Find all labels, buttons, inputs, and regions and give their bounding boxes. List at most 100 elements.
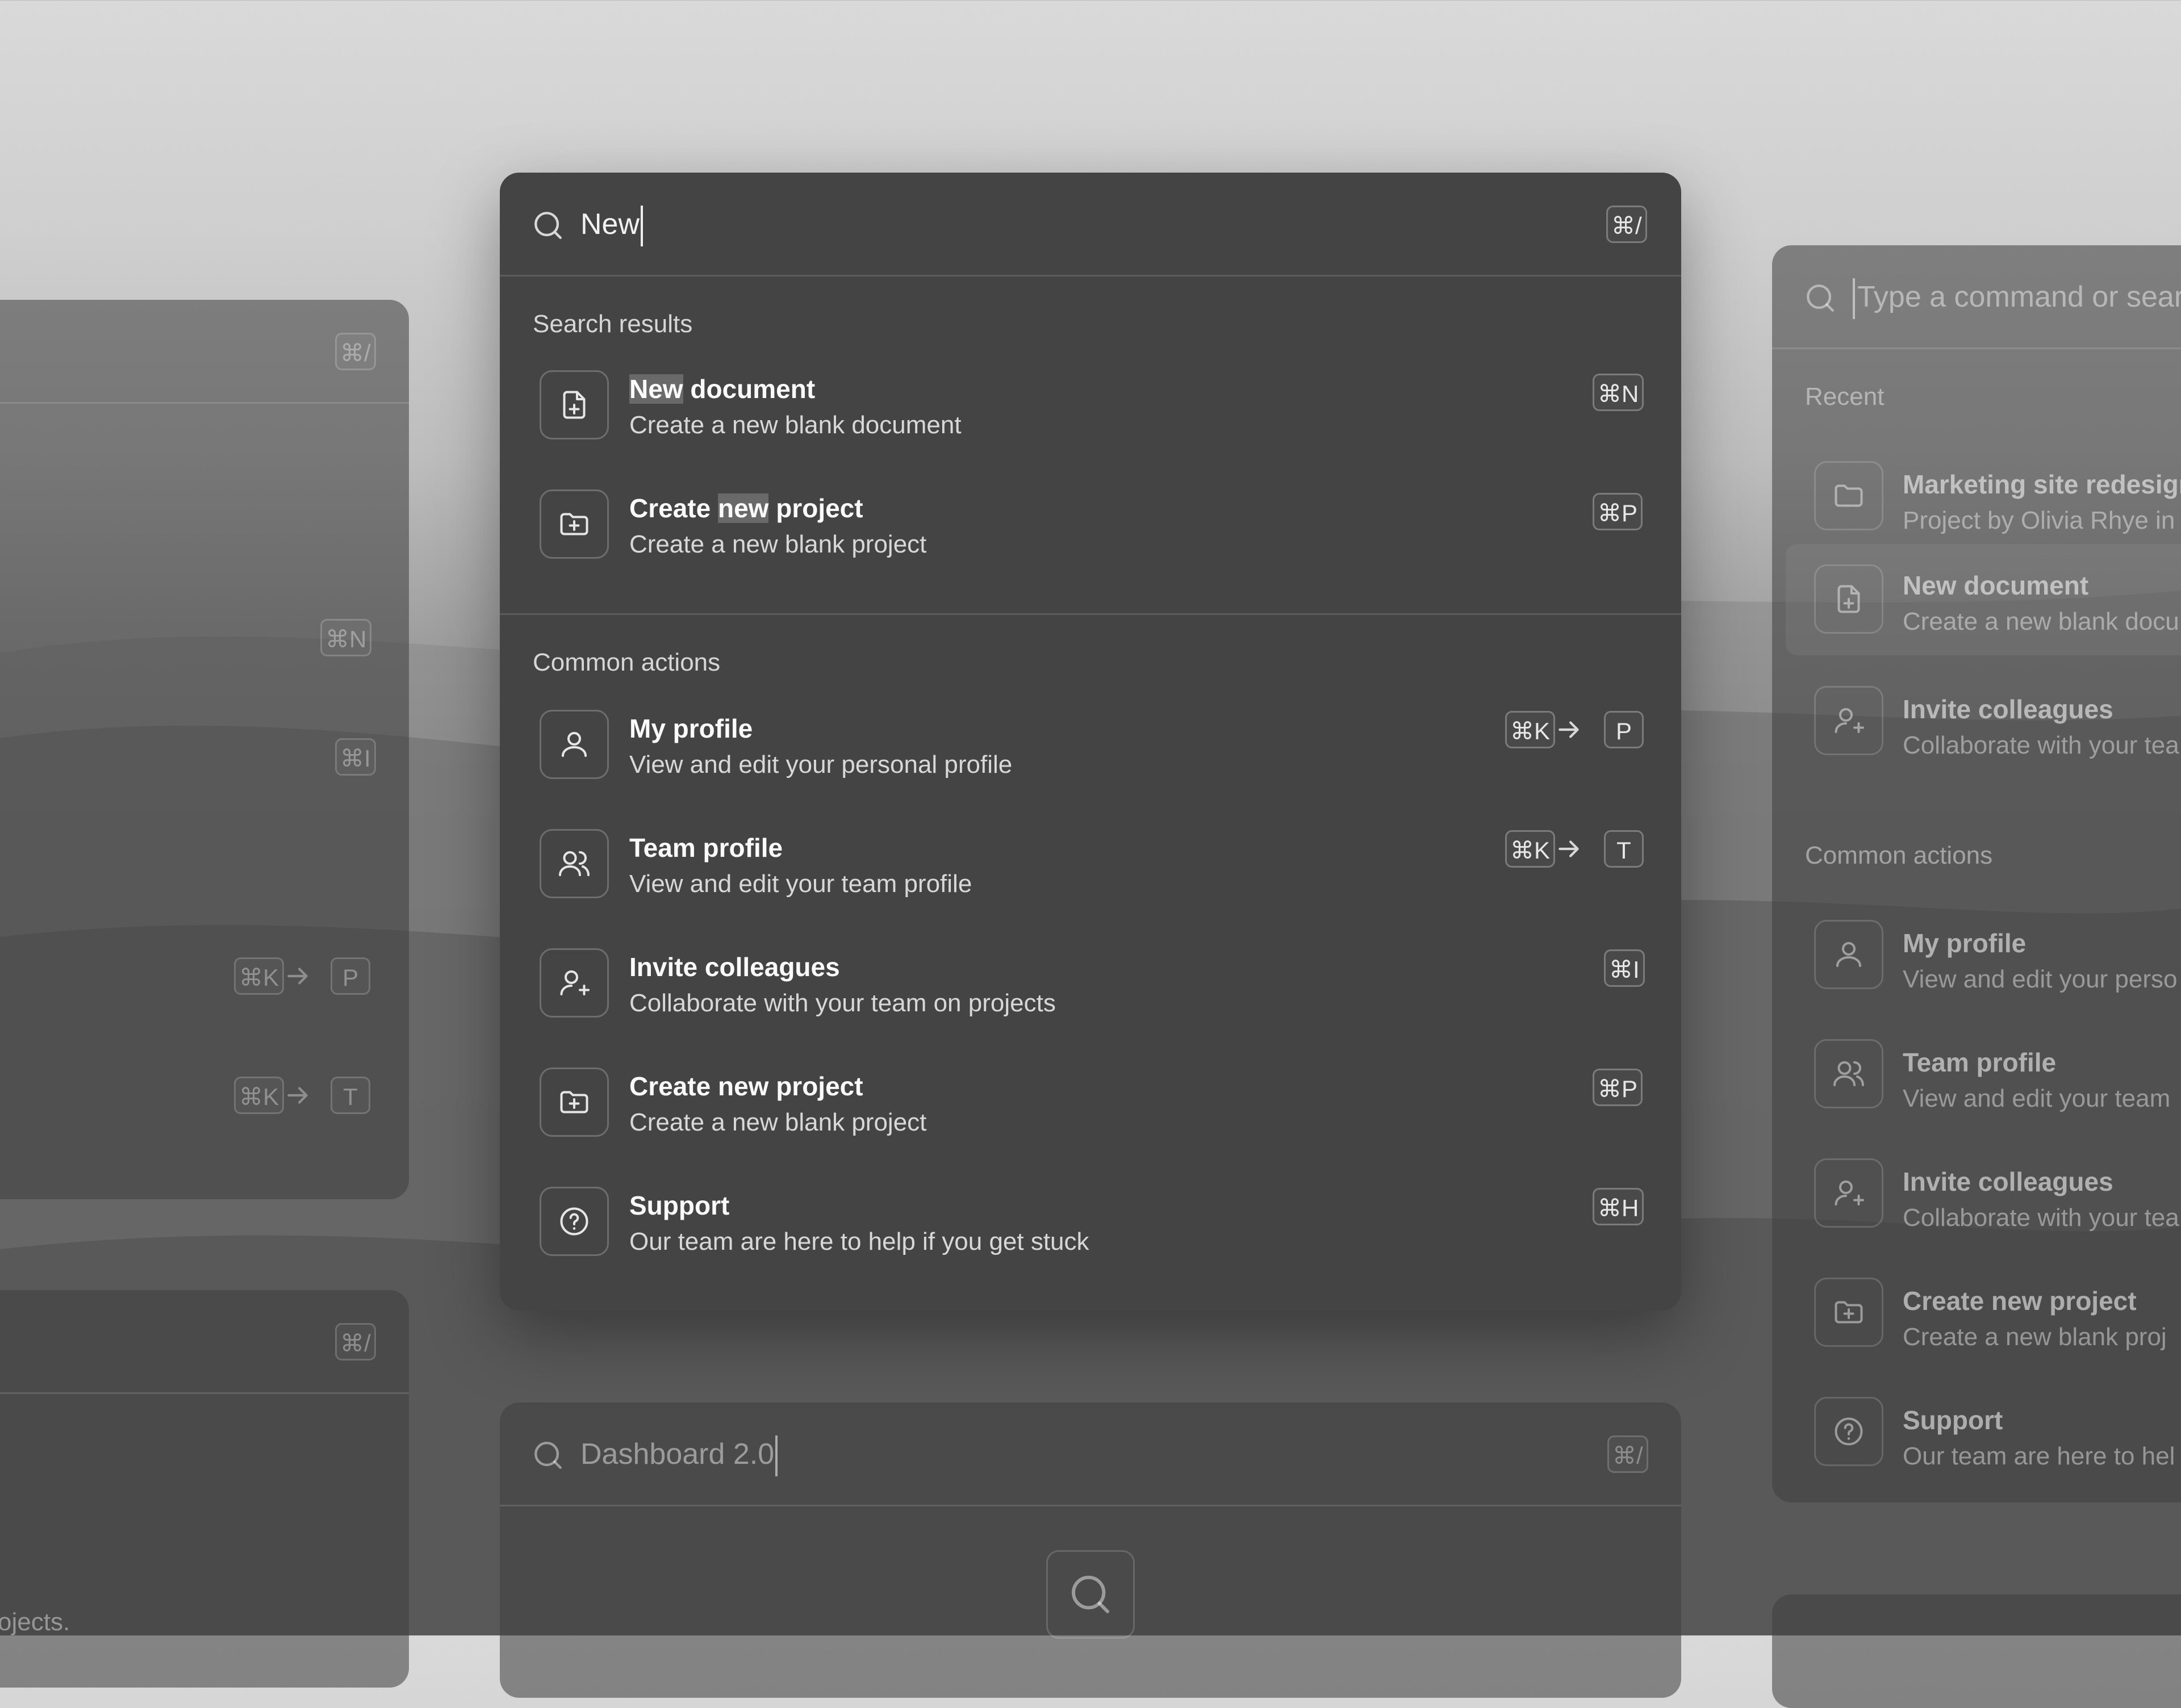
list-item[interactable]: Team profile View and edit your team [1772, 1018, 2181, 1131]
background-command-palette-left-bottom: ⌘/ ojects. [0, 1290, 409, 1688]
action-item-my-profile[interactable]: My profile View and edit your personal p… [500, 705, 1681, 819]
action-item-create-new-project[interactable]: Create new project Create a new blank pr… [500, 1063, 1681, 1177]
search-input[interactable]: New [580, 199, 644, 250]
search-bar: ⌘/ [0, 1290, 409, 1394]
shortcut-badge: ⌘K [1505, 711, 1556, 748]
item-title: Invite colleagues [1903, 1167, 2113, 1196]
item-title: Create new project [1903, 1286, 2137, 1316]
item-description: Our team are here to hel [1903, 1442, 2175, 1470]
help-circle-icon [1814, 1397, 1883, 1466]
item-description: Collaborate with your tea [1903, 1204, 2179, 1232]
item-title: Team profile [629, 833, 783, 863]
item-description: View and edit your team [1903, 1085, 2171, 1112]
folder-plus-icon [540, 489, 609, 559]
list-item[interactable]: Invite colleagues Collaborate with your … [1772, 1137, 2181, 1250]
item-description: Create a new blank project [629, 1108, 927, 1136]
user-icon [1814, 920, 1883, 989]
search-input[interactable]: Dashboard 2.0 [580, 1429, 778, 1480]
list-item[interactable]: My profile View and edit your perso [1772, 898, 2181, 1012]
shortcut-badge: ⌘P [1593, 1069, 1643, 1106]
shortcut-badge: ⌘I [1604, 949, 1645, 987]
item-title: Create new project [629, 493, 863, 523]
shortcut-badge: T [1604, 830, 1644, 868]
search-bar: Dashboard 2.0 ⌘/ [500, 1403, 1681, 1506]
user-plus-icon [1814, 1158, 1883, 1228]
help-circle-icon [540, 1187, 609, 1256]
search-input[interactable]: Type a command or sear [1852, 271, 2181, 323]
item-title: Invite colleagues [629, 952, 840, 982]
list-item[interactable]: Invite colleagues Collaborate with your … [1772, 664, 2181, 778]
item-title: My profile [1903, 928, 2027, 958]
action-item-support[interactable]: Support Our team are here to help if you… [500, 1182, 1681, 1296]
search-bar: New ⌘/ [500, 173, 1681, 277]
item-description: Collaborate with your team on projects [629, 989, 1056, 1017]
shortcut-badge: ⌘K [1505, 830, 1556, 868]
user-icon [540, 710, 609, 779]
item-description: View and edit your team profile [629, 870, 972, 898]
action-item-team-profile[interactable]: Team profile View and edit your team pro… [500, 824, 1681, 938]
shortcut-badge: ⌘I [335, 738, 376, 776]
search-bar: Type a command or sear [1772, 245, 2181, 349]
search-bar: ⌘/ [0, 300, 409, 404]
section-label-common-actions: Common actions [533, 648, 721, 676]
list-item[interactable]: Support Our team are here to hel [1772, 1375, 2181, 1489]
item-description: Our team are here to help if you get stu… [629, 1228, 1089, 1255]
section-label-common-actions: Common actions [1805, 842, 1993, 869]
search-icon [534, 212, 562, 239]
divider [500, 613, 1681, 615]
item-title: Support [629, 1191, 730, 1220]
section-label-search-results: Search results [533, 310, 693, 338]
arrow-right-icon [1559, 721, 1579, 738]
folder-plus-icon [1814, 1278, 1883, 1347]
user-plus-icon [540, 948, 609, 1018]
shortcut-badge: ⌘/ [1607, 1435, 1648, 1473]
search-loading-icon [1046, 1550, 1135, 1639]
list-item[interactable]: Marketing site redesign Project by Olivi… [1772, 439, 2181, 553]
shortcut-badge: ⌘N [1593, 374, 1644, 411]
truncated-text: ojects. [0, 1608, 70, 1636]
shortcut-badge: ⌘H [1593, 1188, 1644, 1225]
item-description: View and edit your personal profile [629, 751, 1013, 778]
folder-icon [1814, 461, 1883, 530]
shortcut-badge: ⌘N [320, 619, 372, 656]
shortcut-badge: ⌘K [234, 957, 285, 995]
file-plus-icon [1814, 564, 1883, 634]
arrow-right-icon [287, 968, 308, 985]
shortcut-badge: ⌘/ [335, 333, 376, 370]
arrow-right-icon [287, 1087, 308, 1104]
background-command-palette-right-bottom [1772, 1594, 2181, 1708]
item-description: Create a new blank project [629, 530, 927, 558]
background-command-palette-left: ⌘/ ⌘N ⌘I ⌘K P ⌘K T [0, 300, 409, 1199]
shortcut-badge: P [331, 957, 370, 995]
item-description: View and edit your perso [1903, 965, 2178, 993]
user-plus-icon [1814, 686, 1883, 755]
users-icon [1814, 1039, 1883, 1108]
item-title: Support [1903, 1405, 2003, 1435]
background-command-palette-right: Type a command or sear Recent Marketing … [1772, 245, 2181, 1502]
item-description: Create a new blank document [629, 411, 962, 439]
result-item-new-document[interactable]: New document Create a new blank document… [500, 366, 1681, 479]
section-label-recent: Recent [1805, 383, 1885, 411]
shortcut-badge: ⌘/ [1606, 206, 1647, 243]
shortcut-badge: T [331, 1077, 370, 1114]
users-icon [540, 829, 609, 898]
item-title: Marketing site redesign [1903, 470, 2181, 499]
search-icon [1807, 284, 1834, 312]
file-plus-icon [540, 370, 609, 439]
list-item-active[interactable]: New document Create a new blank docu [1786, 544, 2181, 655]
item-description: Create a new blank proj [1903, 1323, 2167, 1351]
shortcut-badge: ⌘K [234, 1077, 285, 1114]
list-item[interactable]: Create new project Create a new blank pr… [1772, 1256, 2181, 1370]
shortcut-badge: ⌘P [1593, 493, 1643, 530]
item-description: Project by Olivia Rhye in [1903, 506, 2175, 534]
item-title: Invite colleagues [1903, 694, 2113, 724]
item-description: Collaborate with your tea [1903, 731, 2179, 759]
item-description: Create a new blank docu [1903, 608, 2179, 635]
shortcut-badge: ⌘/ [335, 1323, 376, 1360]
command-palette: New ⌘/ Search results New document Creat… [500, 173, 1681, 1311]
item-title: New document [1903, 571, 2089, 600]
result-item-create-new-project[interactable]: Create new project Create a new blank pr… [500, 485, 1681, 598]
search-icon [534, 1442, 562, 1469]
action-item-invite-colleagues[interactable]: Invite colleagues Collaborate with your … [500, 944, 1681, 1057]
item-title: Create new project [629, 1071, 863, 1101]
